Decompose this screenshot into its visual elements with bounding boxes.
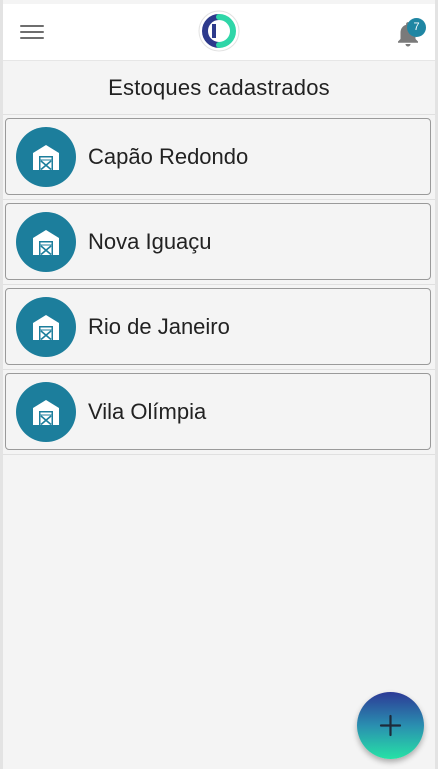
list-item[interactable]: Capão Redondo [3, 114, 435, 199]
list-item[interactable]: Nova Iguaçu [3, 199, 435, 284]
warehouse-avatar [16, 212, 76, 272]
stock-card[interactable]: Capão Redondo [5, 118, 431, 195]
warehouse-icon [33, 315, 59, 341]
list-item[interactable]: Rio de Janeiro [3, 284, 435, 369]
plus-icon [379, 714, 402, 737]
warehouse-icon [33, 400, 59, 426]
hamburger-menu-icon[interactable] [20, 22, 44, 44]
stock-card[interactable]: Vila Olímpia [5, 373, 431, 450]
stock-name: Vila Olímpia [88, 399, 207, 424]
top-app-bar: 7 [3, 4, 435, 61]
stock-name: Rio de Janeiro [88, 314, 230, 339]
add-stock-button[interactable] [357, 692, 424, 759]
warehouse-avatar [16, 127, 76, 187]
stock-card[interactable]: Rio de Janeiro [5, 288, 431, 365]
brand-logo-icon[interactable] [198, 10, 240, 52]
page-title: Estoques cadastrados [108, 75, 330, 100]
warehouse-avatar [16, 382, 76, 442]
warehouse-icon [33, 230, 59, 256]
stock-name: Capão Redondo [88, 144, 249, 169]
warehouse-avatar [16, 297, 76, 357]
stock-card[interactable]: Nova Iguaçu [5, 203, 431, 280]
list-end-divider [3, 454, 435, 455]
stock-list: Capão Redondo Nova Iguaçu Rio de Janeiro… [3, 114, 435, 455]
app-frame: 7 Estoques cadastrados Capão Redondo Nov… [0, 0, 438, 769]
stock-name: Nova Iguaçu [88, 229, 212, 254]
list-item[interactable]: Vila Olímpia [3, 369, 435, 454]
notification-count-badge: 7 [407, 18, 426, 37]
warehouse-icon [33, 145, 59, 171]
